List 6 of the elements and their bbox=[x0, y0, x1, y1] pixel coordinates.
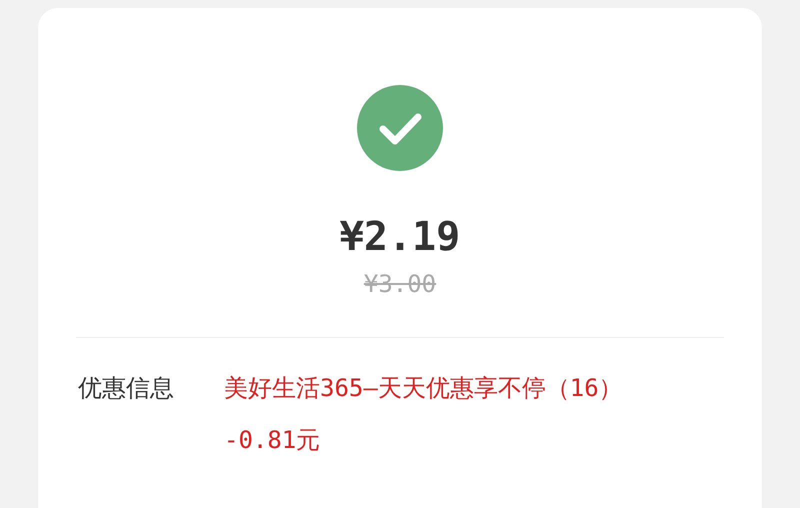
detail-label: 优惠信息 bbox=[77, 373, 175, 404]
discount-text: -0.81元 bbox=[224, 425, 320, 456]
price: ¥2.19 bbox=[340, 213, 460, 262]
original-price: ¥3.00 bbox=[364, 269, 436, 299]
discount-text: 美好生活365–天天优惠享不停（16） bbox=[224, 373, 623, 404]
success-check-icon bbox=[357, 85, 443, 171]
